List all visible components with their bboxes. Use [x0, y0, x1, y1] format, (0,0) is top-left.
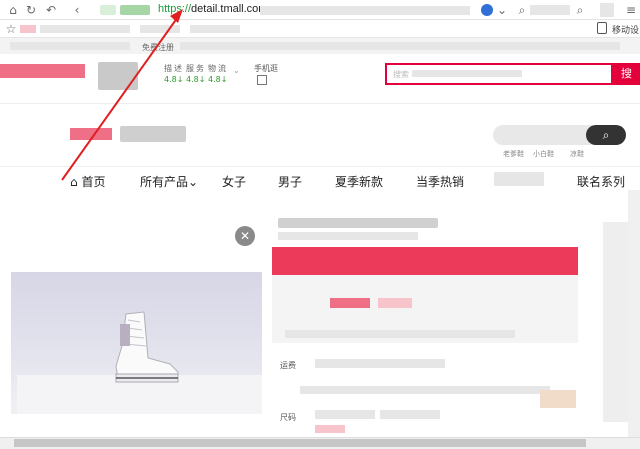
chevron-down-icon[interactable]: ⌄: [233, 66, 240, 75]
url-path-blurred: [260, 6, 470, 15]
store-link-dad-shoes[interactable]: 老爹鞋: [503, 149, 524, 159]
star-icon[interactable]: ☆: [4, 22, 18, 36]
size-option-blurred[interactable]: [315, 410, 375, 419]
bookmark-blurred[interactable]: [190, 25, 240, 33]
shop-logo-blurred: [98, 62, 138, 90]
nav-hot-season[interactable]: 当季热销: [416, 173, 464, 190]
nav-home[interactable]: ⌂ 首页: [70, 173, 105, 190]
search-button[interactable]: 搜: [613, 63, 640, 85]
back-icon[interactable]: ‹: [70, 3, 84, 17]
rating-label: 服: [186, 64, 195, 73]
size-option-blurred[interactable]: [315, 425, 345, 433]
mobile-device-icon[interactable]: [597, 22, 607, 34]
site-identity-blurred: [120, 5, 150, 15]
rating-label: 流: [218, 64, 227, 73]
url-text[interactable]: https://detail.tmall.com: [158, 3, 267, 15]
store-logo-blurred[interactable]: [70, 128, 112, 140]
menu-icon[interactable]: ≡: [624, 3, 638, 17]
shipping-label: 运费: [280, 361, 296, 370]
rating-label: 物: [208, 64, 217, 73]
promo-banner[interactable]: [272, 247, 578, 275]
security-indicator-blurred: [100, 5, 116, 15]
related-items-sidebar[interactable]: [603, 222, 628, 422]
product-subtitle-blurred: [278, 232, 418, 240]
search-engine-blurred: [530, 5, 570, 15]
top-nav-blurred[interactable]: [180, 42, 620, 50]
sales-info-blurred: [300, 386, 550, 394]
browser-home-icon[interactable]: ⌂: [6, 3, 20, 17]
product-title-blurred: [278, 218, 438, 228]
description-rating: 4.8↓: [164, 75, 184, 84]
chevron-down-icon: ⌄: [188, 175, 199, 189]
vertical-scrollbar[interactable]: [628, 190, 640, 437]
close-icon[interactable]: ✕: [235, 226, 255, 246]
nav-collab[interactable]: 联名系列: [577, 173, 625, 190]
browser-search-icon[interactable]: ⌕: [573, 3, 587, 17]
rating-label: 述: [174, 64, 183, 73]
qr-code-icon[interactable]: [257, 75, 267, 85]
rating-label: 务: [196, 64, 205, 73]
tmall-logo-blurred[interactable]: [0, 64, 85, 78]
bookmark-blurred[interactable]: [40, 25, 130, 33]
nav-item-blurred[interactable]: [494, 172, 544, 186]
rating-label: 描: [164, 64, 173, 73]
chevron-down-icon[interactable]: ⌄: [495, 3, 509, 17]
bookmark-blurred[interactable]: [20, 25, 36, 33]
register-link[interactable]: 免费注册: [142, 42, 174, 53]
store-link-sandals[interactable]: 凉鞋: [570, 149, 584, 159]
size-option-blurred[interactable]: [380, 410, 440, 419]
price-tag-blurred: [378, 298, 412, 308]
horizontal-scrollbar-thumb[interactable]: [14, 439, 586, 447]
search-hint-blurred: [412, 70, 522, 77]
nav-men[interactable]: 男子: [278, 173, 302, 190]
extension-icon-blurred[interactable]: [600, 3, 614, 17]
search-placeholder: 搜索: [393, 70, 409, 79]
search-icon[interactable]: ⌕: [515, 3, 529, 17]
store-search-button[interactable]: ⌕: [586, 125, 626, 145]
top-nav-blurred[interactable]: [10, 42, 130, 50]
sneaker-image: [115, 311, 179, 383]
service-rating: 4.8↓: [186, 75, 206, 84]
side-thumbnail-blurred[interactable]: [540, 390, 576, 408]
store-name-blurred: [120, 126, 186, 142]
undo-icon[interactable]: ↶: [44, 3, 58, 17]
logistics-rating: 4.8↓: [208, 75, 228, 84]
nav-women[interactable]: 女子: [222, 173, 246, 190]
price-blurred: [330, 298, 370, 308]
shipping-value-blurred: [315, 359, 445, 368]
size-label: 尺码: [280, 413, 296, 422]
nav-all-products[interactable]: 所有产品⌄: [140, 173, 198, 190]
promo-line-blurred: [285, 330, 515, 338]
bookmark-blurred[interactable]: [140, 25, 180, 33]
home-icon: ⌂: [70, 175, 82, 189]
store-link-white-shoes[interactable]: 小白鞋: [533, 149, 554, 159]
mobile-store-label[interactable]: 手机逛: [254, 63, 278, 74]
paw-extension-icon[interactable]: [481, 4, 493, 16]
nav-summer-new[interactable]: 夏季新款: [335, 173, 383, 190]
refresh-icon[interactable]: ↻: [24, 3, 38, 17]
